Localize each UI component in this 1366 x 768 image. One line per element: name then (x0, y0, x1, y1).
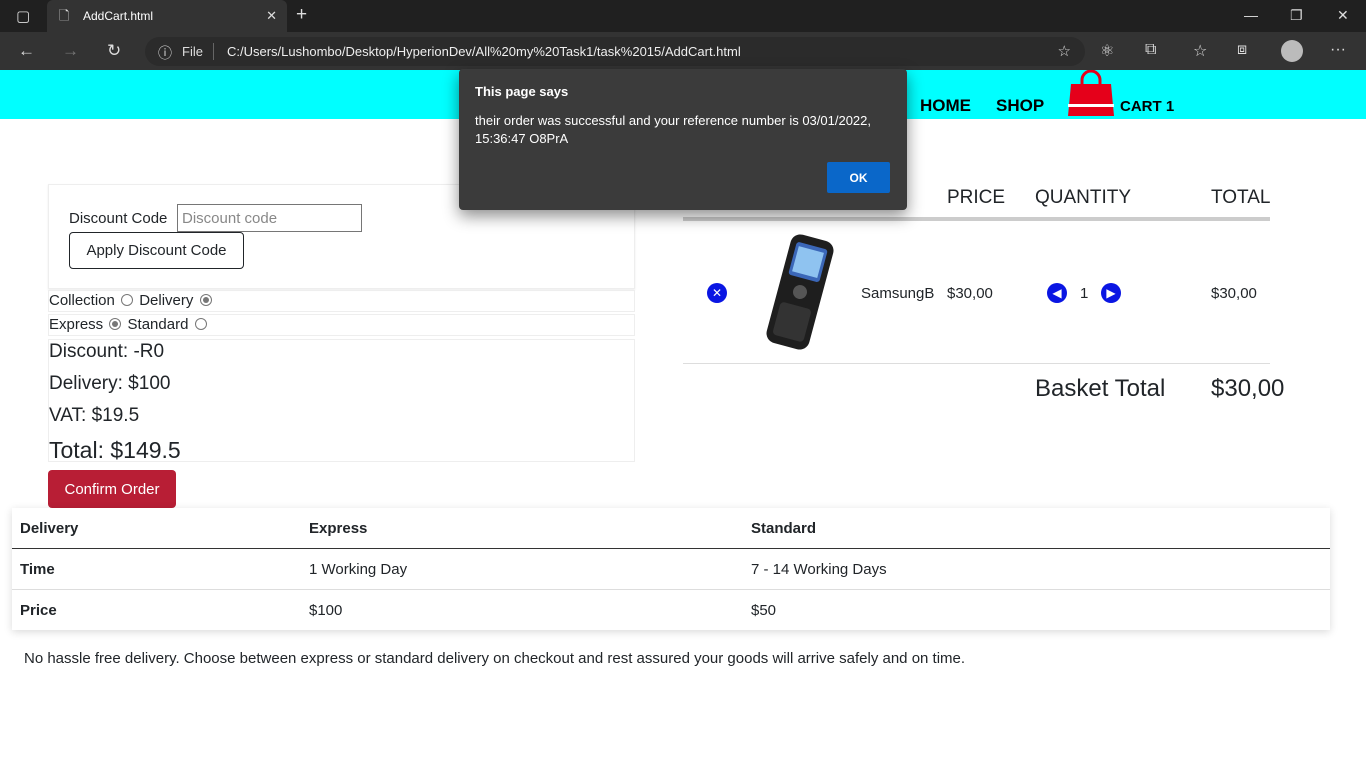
table-header-divider (12, 548, 1330, 549)
discount-label: Discount Code (69, 210, 168, 227)
table-row-time-label: Time (20, 561, 55, 578)
table-header-standard: Standard (751, 520, 817, 537)
table-row-price-label: Price (20, 602, 57, 619)
standard-radio[interactable] (194, 318, 207, 330)
total-amount: Total: $149.5 (49, 437, 181, 463)
profile-avatar[interactable] (1281, 40, 1303, 62)
tab-title: AddCart.html (83, 9, 154, 23)
cart-item-divider (683, 363, 1270, 364)
item-quantity: 1 (1080, 285, 1089, 302)
more-menu-icon[interactable]: ··· (1330, 41, 1346, 59)
discount-amount: Discount: -R0 (49, 341, 165, 362)
file-label: File (182, 44, 203, 59)
price-header: PRICE (947, 187, 1006, 208)
quantity-header: QUANTITY (1035, 187, 1132, 208)
standard-label: Standard (127, 316, 189, 333)
express-radio[interactable] (109, 318, 122, 330)
collection-label: Collection (49, 292, 115, 309)
table-row-time-standard: 7 - 14 Working Days (751, 561, 887, 578)
method-options: Collection Delivery (48, 290, 635, 312)
new-tab-icon[interactable]: + (296, 4, 307, 26)
url-text[interactable]: C:/Users/Lushombo/Desktop/HyperionDev/Al… (227, 44, 741, 59)
item-price: $30,00 (947, 285, 993, 302)
delivery-table: Delivery Express Standard Time 1 Working… (12, 508, 1330, 630)
basket-total-label: Basket Total (1035, 375, 1166, 402)
collection-radio[interactable] (121, 294, 134, 306)
confirm-order-button[interactable]: Confirm Order (48, 470, 176, 508)
close-window-icon[interactable]: ✕ (1337, 7, 1349, 24)
increase-quantity-icon[interactable]: ▶ (1101, 283, 1121, 303)
nav-home[interactable]: HOME (920, 96, 971, 116)
url-box[interactable]: ⓘ File C:/Users/Lushombo/Desktop/Hyperio… (145, 37, 1085, 66)
delivery-amount: Delivery: $100 (49, 373, 171, 394)
table-row-price-standard: $50 (751, 602, 777, 619)
table-row-time-express: 1 Working Day (309, 561, 408, 578)
tab-actions-icon[interactable]: ▢ (16, 7, 30, 25)
dialog-title: This page says (475, 84, 569, 99)
collections-icon[interactable]: ⧈ (1237, 41, 1247, 59)
apply-discount-button[interactable]: Apply Discount Code (69, 232, 244, 269)
order-summary: Discount: -R0 Delivery: $100 VAT: $19.5 … (48, 339, 635, 463)
dialog-message: their order was successful and your refe… (475, 113, 871, 146)
speed-options: Express Standard (48, 314, 635, 336)
total-header: TOTAL (1211, 187, 1271, 208)
file-icon: 🗋 (59, 8, 70, 23)
favorites-icon[interactable]: ☆ (1193, 41, 1207, 61)
minimize-icon[interactable]: — (1244, 7, 1258, 23)
extension-atom-icon[interactable]: ⚛ (1100, 41, 1114, 61)
express-label: Express (49, 316, 104, 333)
delivery-label: Delivery (139, 292, 194, 309)
remove-item-icon[interactable]: ✕ (707, 283, 727, 303)
discount-code-input[interactable] (177, 204, 362, 232)
browser-tab[interactable]: 🗋 AddCart.html ✕ (47, 0, 287, 32)
dialog-ok-button[interactable]: OK (827, 162, 890, 193)
delivery-radio[interactable] (199, 294, 212, 306)
address-bar: ← → ↻ ⓘ File C:/Users/Lushombo/Desktop/H… (0, 32, 1366, 70)
refresh-icon[interactable]: ↻ (107, 41, 121, 61)
favorite-add-icon[interactable]: ☆ (1058, 42, 1071, 60)
item-name: SamsungB (861, 285, 935, 302)
back-icon[interactable]: ← (18, 41, 35, 61)
phone-product-image (766, 234, 834, 350)
nav-shop[interactable]: SHOP (996, 96, 1044, 116)
close-tab-icon[interactable]: ✕ (266, 8, 277, 24)
url-separator (213, 43, 214, 60)
table-row-divider (12, 589, 1330, 590)
browser-tab-strip: ▢ 🗋 AddCart.html ✕ + — ❐ ✕ (0, 0, 1366, 32)
decrease-quantity-icon[interactable]: ◀ (1047, 283, 1067, 303)
table-header-express: Express (309, 520, 368, 537)
cart-count-label[interactable]: CART 1 (1120, 98, 1174, 115)
vat-amount: VAT: $19.5 (49, 405, 140, 426)
item-total: $30,00 (1211, 285, 1257, 302)
basket-total-value: $30,00 (1211, 375, 1285, 402)
restore-icon[interactable]: ❐ (1290, 7, 1303, 24)
alert-dialog: This page says their order was successfu… (459, 69, 907, 210)
extensions-icon[interactable]: ⧉ (1145, 41, 1156, 59)
info-icon[interactable]: ⓘ (158, 43, 172, 63)
shopping-bag-icon[interactable] (1067, 70, 1115, 119)
delivery-footnote: No hassle free delivery. Choose between … (24, 650, 966, 667)
forward-icon[interactable]: → (62, 41, 79, 61)
table-row-price-express: $100 (309, 602, 343, 619)
cart-header-divider (683, 217, 1270, 221)
table-header-delivery: Delivery (20, 520, 79, 537)
